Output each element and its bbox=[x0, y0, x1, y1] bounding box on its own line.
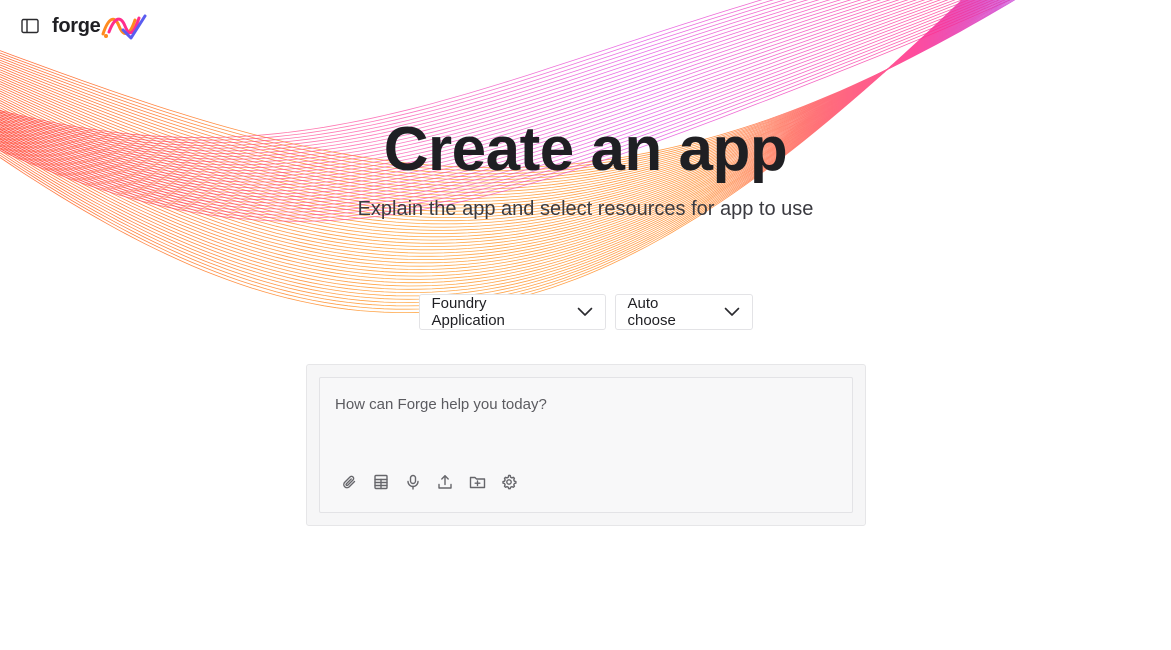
chevron-down-icon bbox=[724, 307, 740, 317]
upload-icon bbox=[438, 475, 452, 489]
sidebar-panel-icon bbox=[21, 18, 39, 34]
model-select-value: Auto choose bbox=[627, 295, 676, 329]
prompt-composer bbox=[306, 364, 866, 526]
gear-icon bbox=[502, 474, 517, 490]
app-type-select-value: Foundry Application bbox=[431, 295, 505, 329]
model-select[interactable]: Auto choose bbox=[614, 294, 753, 330]
prompt-input[interactable] bbox=[335, 396, 835, 413]
top-bar: forge bbox=[0, 0, 147, 52]
app-root: forge Create an app Explain the app and … bbox=[0, 0, 1171, 650]
app-type-select[interactable]: Foundry Application bbox=[418, 294, 606, 330]
add-folder-button[interactable] bbox=[468, 473, 486, 491]
attach-button[interactable] bbox=[340, 473, 358, 491]
settings-button[interactable] bbox=[500, 473, 518, 491]
upload-button[interactable] bbox=[436, 473, 454, 491]
chevron-down-icon bbox=[577, 307, 593, 317]
table-button[interactable] bbox=[372, 473, 390, 491]
microphone-icon bbox=[407, 474, 419, 490]
page-title: Create an app bbox=[383, 115, 788, 184]
sidebar-toggle-button[interactable] bbox=[20, 16, 40, 36]
logo-mark-icon bbox=[101, 14, 147, 40]
composer-toolbar bbox=[340, 473, 518, 491]
prompt-box bbox=[319, 377, 853, 513]
table-icon bbox=[374, 474, 388, 490]
hero-section: Create an app Explain the app and select… bbox=[0, 110, 1171, 222]
paperclip-icon bbox=[343, 475, 356, 489]
page-subtitle: Explain the app and select resources for… bbox=[357, 198, 814, 220]
folder-plus-icon bbox=[469, 476, 485, 489]
voice-button[interactable] bbox=[404, 473, 422, 491]
resource-selectors: Foundry Application Auto choose bbox=[0, 294, 1171, 330]
logo-text: forge bbox=[52, 14, 101, 37]
forge-logo[interactable]: forge bbox=[52, 12, 147, 40]
